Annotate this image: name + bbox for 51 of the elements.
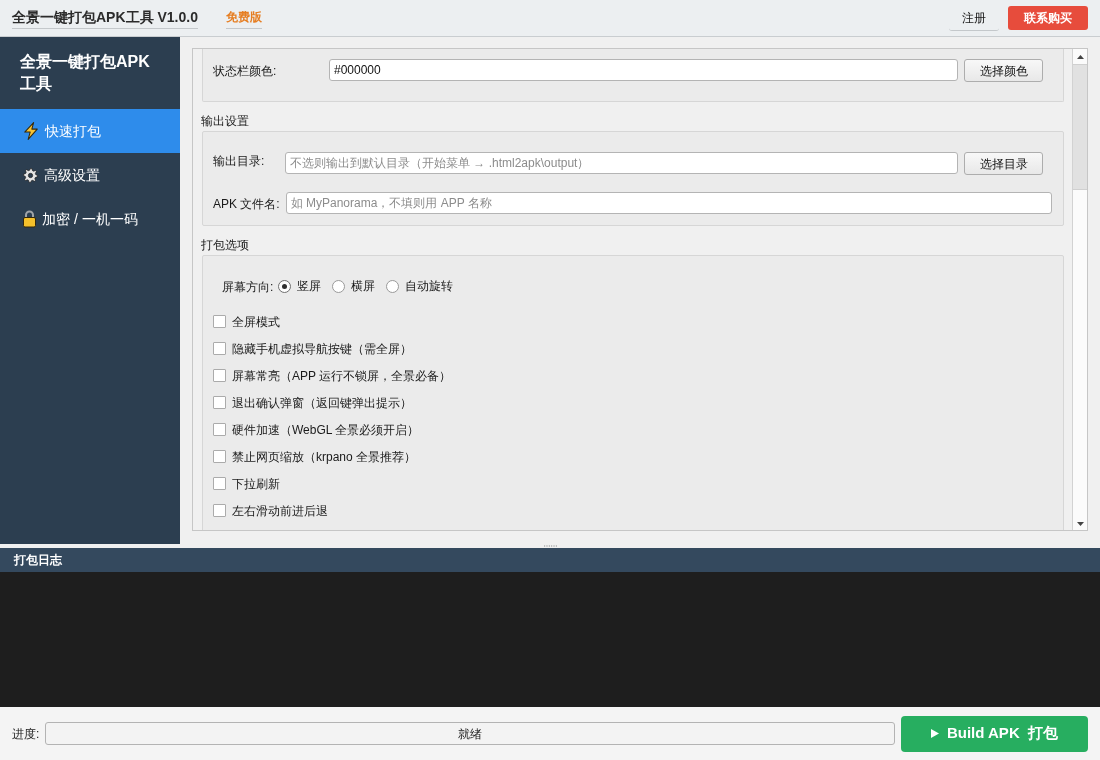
file-name-input-field[interactable]: 如 MyPanorama，不填则用 APP 名称	[285, 192, 1052, 214]
checkbox[interactable]	[213, 369, 226, 382]
checkbox-label: 禁止网页缩放（krpano 全景推荐）	[232, 448, 417, 466]
scroll-up-arrow-icon	[1076, 54, 1084, 59]
choose-color-button[interactable]: 选择颜色	[964, 59, 1043, 82]
scrollbar-thumb[interactable]	[1073, 64, 1087, 190]
checkbox-label: 屏幕常亮（APP 运行不锁屏，全景必备）	[232, 367, 452, 385]
color-input-field[interactable]: #000000	[329, 59, 958, 81]
checkbox-label: 隐藏手机虚拟导航按键（需全屏）	[232, 340, 412, 358]
checkbox[interactable]	[213, 504, 226, 517]
field-label: APK 文件名:	[213, 196, 280, 213]
app-title: 全景一键打包APK工具 V1.0.0	[12, 7, 198, 29]
scrollbar[interactable]	[1072, 49, 1087, 530]
edition-label: 免费版	[225, 7, 262, 29]
field-label: 状态栏颜色:	[213, 63, 278, 80]
checkbox-label: 下拉刷新	[232, 475, 280, 493]
radio-button[interactable]	[278, 279, 292, 293]
checkbox[interactable]	[213, 315, 226, 328]
section-heading: 打包选项	[201, 237, 250, 253]
checkbox[interactable]	[213, 477, 226, 490]
padlock-icon	[23, 210, 36, 228]
radio-label: 横屏	[351, 278, 376, 295]
radio-label: 自动旋转	[405, 278, 454, 295]
log-title: 打包日志	[14, 552, 62, 569]
checkbox-label: 全屏模式	[232, 313, 280, 331]
radio-button[interactable]	[332, 279, 346, 293]
checkbox[interactable]	[213, 450, 226, 463]
sidebar-item[interactable]: 高级设置	[0, 153, 180, 197]
section-heading: 输出设置	[201, 113, 250, 129]
checkbox[interactable]	[213, 342, 226, 355]
field-label: 输出目录:	[213, 153, 266, 170]
checkbox-label: 硬件加速（WebGL 全景必须开启）	[232, 421, 420, 439]
radio-label: 竖屏	[297, 278, 322, 295]
sidebar-title: 全景一键打包APK工具	[20, 52, 151, 94]
play-icon	[930, 729, 939, 738]
checkbox[interactable]	[213, 423, 226, 436]
scroll-down-arrow-icon	[1076, 522, 1084, 526]
checkbox[interactable]	[213, 396, 226, 409]
checkbox-label: 左右滑动前进后退	[232, 502, 328, 520]
sidebar-item[interactable]: 加密 / 一机一码	[0, 197, 180, 241]
checkbox-label: 退出确认弹窗（返回键弹出提示）	[232, 394, 412, 412]
gear-icon	[23, 167, 38, 183]
choose-directory-button[interactable]: 选择目录	[964, 152, 1043, 175]
progress-status-text: 就绪	[458, 725, 483, 743]
directory-input-field[interactable]: 不选则输出到默认目录（开始菜单 → .html2apk\output）	[285, 152, 958, 174]
register-button[interactable]: 注册	[949, 5, 999, 31]
lightning-bolt-icon	[23, 122, 39, 140]
progress-label: 进度:	[12, 725, 40, 743]
buy-button[interactable]: 联系购买	[1008, 6, 1088, 30]
field-label: 屏幕方向:	[222, 278, 274, 296]
radio-button[interactable]	[386, 279, 400, 293]
